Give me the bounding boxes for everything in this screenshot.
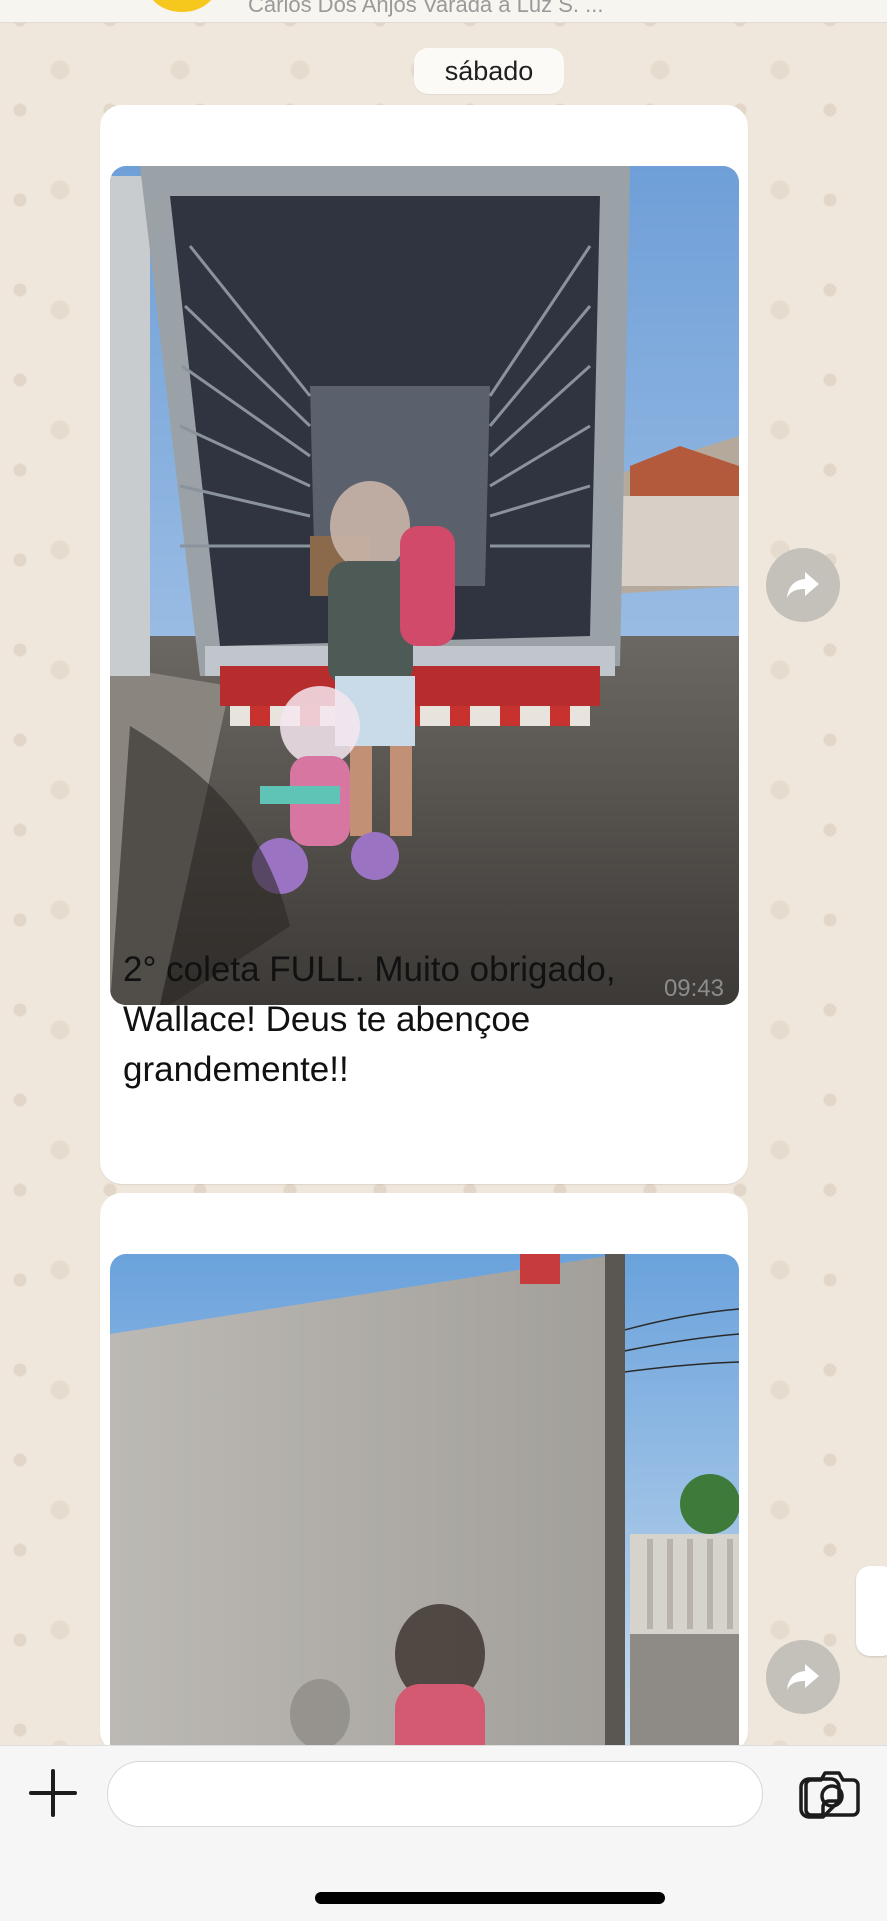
contact-avatar[interactable] — [148, 0, 216, 12]
chat-header[interactable]: Carlos Dos Anjos Varada a Luz S. ... — [0, 0, 887, 23]
message-bubble[interactable] — [100, 1193, 748, 1753]
home-indicator — [315, 1892, 665, 1904]
message-input-container[interactable] — [107, 1761, 841, 1827]
scroll-to-bottom-tab[interactable] — [856, 1566, 887, 1656]
forward-button[interactable] — [766, 1640, 840, 1714]
message-composer — [0, 1745, 887, 1921]
forward-arrow-icon — [787, 1664, 819, 1690]
plus-icon — [29, 1769, 77, 1817]
attach-button[interactable] — [26, 1766, 80, 1820]
message-input[interactable] — [132, 1772, 676, 1818]
message-photo[interactable] — [110, 1254, 739, 1753]
date-separator: sábado — [414, 48, 564, 94]
message-caption: 2° coleta FULL. Muito obrigado, Wallace!… — [123, 950, 616, 1089]
camera-button[interactable] — [803, 1766, 861, 1820]
camera-icon — [804, 1771, 860, 1817]
forward-arrow-icon — [787, 572, 819, 598]
header-subtitle: Carlos Dos Anjos Varada a Luz S. ... — [248, 0, 604, 17]
message-timestamp: 09:43 — [663, 975, 724, 1002]
message-photo[interactable] — [110, 166, 739, 1005]
message-bubble[interactable]: 2° coleta FULL. Muito obrigado, Wallace!… — [100, 105, 748, 1184]
forward-button[interactable] — [766, 548, 840, 622]
